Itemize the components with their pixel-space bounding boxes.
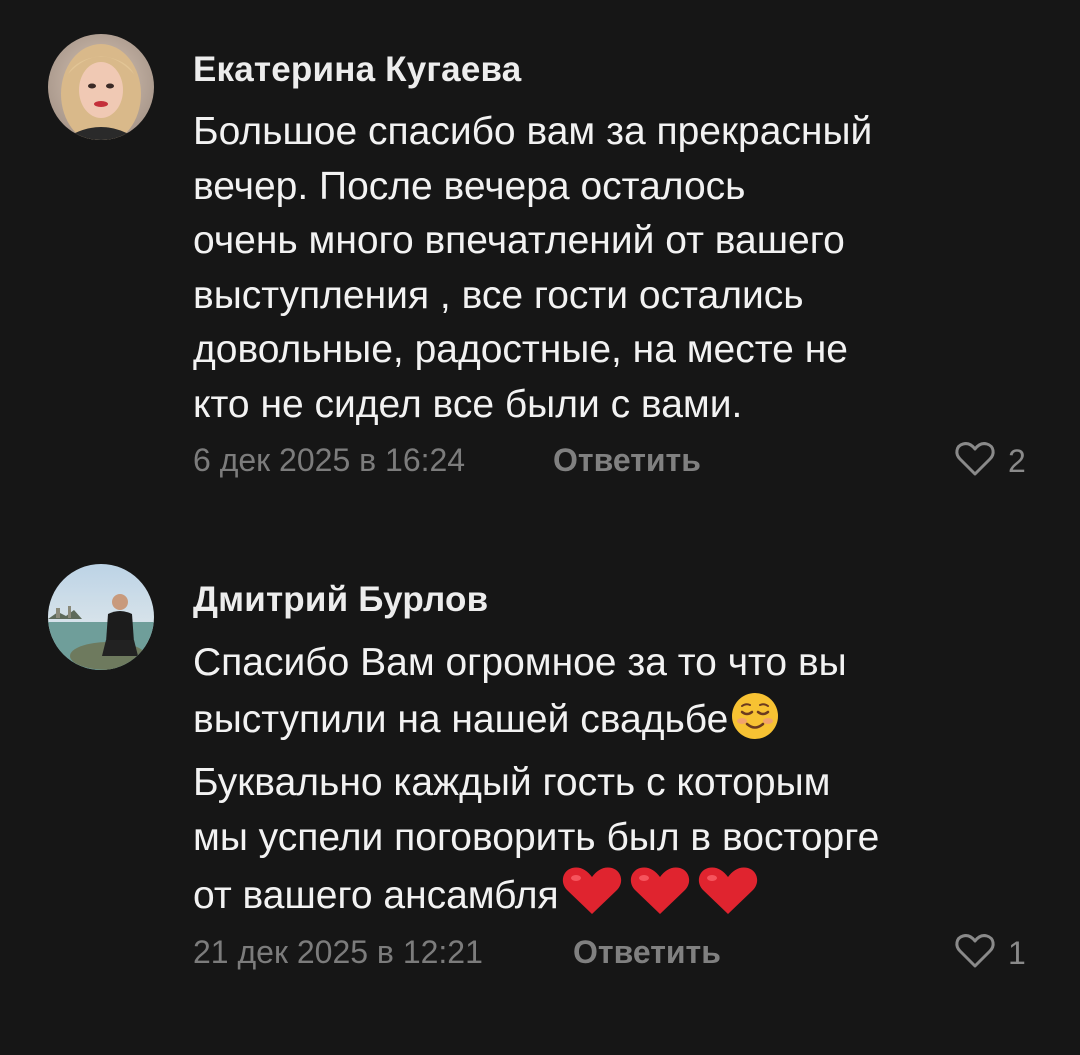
avatar[interactable] [48, 564, 154, 670]
red-heart-icon [561, 865, 623, 933]
comment-author[interactable]: Дмитрий Бурлов [193, 580, 488, 620]
heart-outline-icon [954, 440, 996, 483]
comment-text-segment: выступили на нашей свадьбе [193, 697, 729, 741]
comment-text-line: выступили на нашей свадьбе [193, 691, 1023, 757]
reply-button[interactable]: Ответить [573, 934, 721, 971]
avatar-photo [48, 34, 154, 140]
red-heart-icon [697, 865, 759, 933]
comment-text-line: от вашего ансамбля [193, 865, 1023, 933]
comment: Дмитрий Бурлов Спасибо Вам огромное за т… [0, 520, 1080, 1055]
comment-text-line: вечер. После вечера осталось [193, 164, 746, 208]
like-button[interactable]: 1 [954, 932, 1026, 975]
comment-text-line: мы успели поговорить был в восторге [193, 815, 880, 859]
smiling-face-icon [730, 691, 780, 757]
comment-text-line: выступления , все гости остались [193, 273, 804, 317]
comment-date: 6 дек 2025 в 16:24 [193, 442, 466, 478]
comment-text-line: Большое спасибо вам за прекрасный [193, 110, 873, 153]
red-heart-icon [629, 865, 691, 933]
comment-text-line: Спасибо Вам огромное за то что вы [193, 641, 847, 684]
like-button[interactable]: 2 [954, 440, 1026, 483]
comment-date: 21 дек 2025 в 12:21 [193, 934, 483, 970]
heart-outline-icon [954, 932, 996, 975]
comment-text-segment: от вашего ансамбля [193, 874, 559, 917]
like-count: 2 [1008, 443, 1026, 479]
comment-text-line: очень много впечатлений от вашего [193, 219, 845, 262]
comment: Екатерина Кугаева Большое спасибо вам за… [0, 0, 1080, 520]
avatar-photo [48, 564, 154, 670]
comment-text-line: Буквально каждый гость с которым [193, 761, 831, 804]
comment-text: Спасибо Вам огромное за то что вы выступ… [193, 636, 1023, 933]
comment-text-line: кто не сидел все были с вами. [193, 382, 743, 426]
comment-author[interactable]: Екатерина Кугаева [193, 50, 521, 90]
like-count: 1 [1008, 935, 1026, 971]
comment-text: Большое спасибо вам за прекрасный вечер.… [193, 105, 1023, 432]
comment-text-line: довольные, радостные, на месте не [193, 328, 848, 371]
reply-button[interactable]: Ответить [553, 442, 701, 479]
avatar[interactable] [48, 34, 154, 140]
